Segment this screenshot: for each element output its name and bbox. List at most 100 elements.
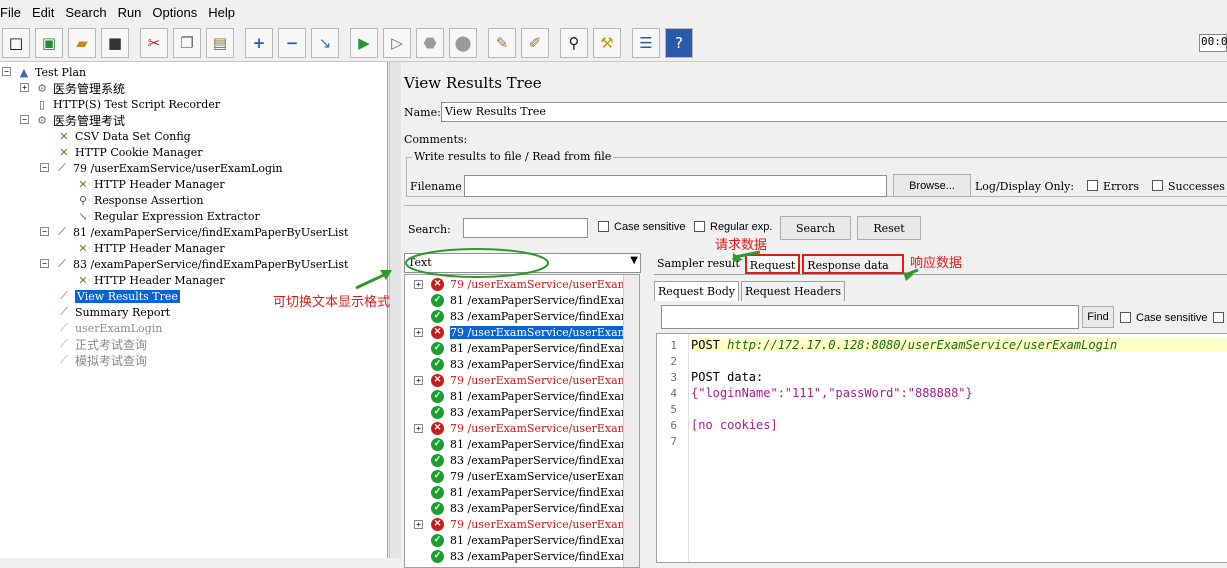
tree-csv-config[interactable]: ✕ CSV Data Set Config [56, 128, 190, 144]
collapse-toggle[interactable]: − [40, 227, 49, 236]
sampler-icon: ⟋ [58, 225, 66, 238]
collapse-toggle[interactable]: − [40, 259, 49, 268]
tree-summary-report[interactable]: ⟋ Summary Report [56, 304, 170, 320]
search-button[interactable]: Search [780, 216, 851, 240]
result-row[interactable]: + ✕ 79 /userExamService/userExamL [405, 517, 635, 533]
tab-response-data[interactable]: Response data [802, 254, 905, 274]
result-row[interactable]: ✓ 81 /examPaperService/findExam [405, 389, 631, 405]
reset-search-icon[interactable]: ⚒ [593, 27, 621, 58]
expand-toggle[interactable]: + [414, 520, 423, 529]
regex-checkbox[interactable] [694, 221, 705, 232]
result-row[interactable]: ✓ 81 /examPaperService/findExam [405, 341, 631, 357]
tab-request-headers[interactable]: Request Headers [740, 281, 846, 301]
search-icon[interactable]: ⚲ [560, 27, 588, 58]
listener-icon: ⟋ [60, 305, 68, 318]
errors-checkbox[interactable] [1087, 180, 1098, 191]
renderer-value: Text [408, 256, 432, 269]
tree-regex-extractor[interactable]: ↘ Regular Expression Extractor [75, 208, 259, 224]
tree-response-assertion[interactable]: ⚲ Response Assertion [75, 192, 204, 208]
help-icon[interactable]: ? [665, 27, 693, 58]
find-button[interactable]: Find [1082, 306, 1114, 328]
menu-run[interactable]: Run [118, 5, 142, 20]
result-row[interactable]: ✓ 83 /examPaperService/findExam [405, 309, 631, 325]
tree-disabled-formal-exam[interactable]: ⟋ 正式考试查询 [56, 336, 147, 352]
tree-sampler-79[interactable]: − ⟋ 79 /userExamService/userExamLogin [38, 160, 283, 176]
expand-toggle[interactable]: + [20, 83, 29, 92]
tree-disabled-user-exam-login[interactable]: ⟋ userExamLogin [56, 320, 162, 336]
toggle-icon[interactable]: ↘ [311, 27, 339, 58]
stop-icon[interactable]: ⬣ [416, 27, 444, 58]
result-row[interactable]: ✓ 83 /examPaperService/findExam [405, 357, 631, 373]
search-input[interactable] [463, 218, 588, 238]
renderer-select[interactable]: Text ▼ [404, 253, 641, 273]
tree-test-plan[interactable]: − ▲ Test Plan [0, 64, 86, 80]
tree-header-manager-3[interactable]: ✕ HTTP Header Manager [75, 272, 224, 288]
start-no-pause-icon[interactable]: ▷ [383, 27, 411, 58]
paste-icon[interactable]: ▤ [206, 27, 234, 58]
tab-sampler-result[interactable]: Sampler result [654, 254, 743, 274]
menu-help[interactable]: Help [208, 5, 235, 20]
result-row[interactable]: ✓ 81 /examPaperService/findExam [405, 437, 631, 453]
result-row[interactable]: + ✕ 79 /userExamService/userExamL [405, 277, 635, 293]
start-icon[interactable]: ▶ [350, 27, 378, 58]
shutdown-icon[interactable]: ⬤ [449, 27, 477, 58]
tree-thread-group-2[interactable]: − ⚙ 医务管理考试 [18, 112, 125, 128]
results-scrollbar[interactable] [623, 275, 639, 567]
tab-request[interactable]: Request [744, 254, 801, 274]
clear-icon[interactable]: ✎ [488, 27, 516, 58]
tree-disabled-mock-exam[interactable]: ⟋ 模拟考试查询 [56, 352, 147, 368]
collapse-toggle[interactable]: − [20, 115, 29, 124]
menu-search[interactable]: Search [65, 5, 106, 20]
tree-cookie-manager[interactable]: ✕ HTTP Cookie Manager [56, 144, 202, 160]
tree-thread-group-1[interactable]: + ⚙ 医务管理系统 [18, 80, 125, 96]
result-row[interactable]: ✓ 81 /examPaperService/findExam [405, 533, 631, 549]
result-row[interactable]: + ✕ 79 /userExamService/userExamL [405, 373, 635, 389]
filename-field[interactable] [464, 175, 887, 197]
collapse-toggle[interactable]: − [40, 163, 49, 172]
menu-file[interactable]: File [0, 5, 21, 20]
result-row[interactable]: ✓ 83 /examPaperService/findExam [405, 501, 631, 517]
tree-view-results-tree[interactable]: ⟋ View Results Tree [56, 288, 180, 304]
detail-case-sensitive-checkbox[interactable] [1120, 312, 1131, 323]
menu-edit[interactable]: Edit [32, 5, 54, 20]
collapse-icon[interactable]: − [278, 27, 306, 58]
case-sensitive-checkbox[interactable] [598, 221, 609, 232]
result-row[interactable]: + ✕ 79 /userExamService/userExamL [405, 325, 636, 341]
result-row[interactable]: ✓ 83 /examPaperService/findExam [405, 453, 631, 469]
result-row[interactable]: ✓ 83 /examPaperService/findExam [405, 549, 631, 565]
tree-header-manager-2[interactable]: ✕ HTTP Header Manager [75, 240, 224, 256]
result-row[interactable]: + ✕ 79 /userExamService/userExamL [405, 421, 635, 437]
expand-icon[interactable]: + [245, 27, 273, 58]
browse-button[interactable]: Browse... [893, 174, 971, 197]
expand-toggle[interactable]: + [414, 280, 423, 289]
result-row[interactable]: ✓ 79 /userExamService/userExamL [405, 469, 635, 485]
name-field[interactable]: View Results Tree [441, 102, 1227, 122]
result-row[interactable]: ✓ 81 /examPaperService/findExam [405, 485, 631, 501]
open-icon[interactable]: ▰ [68, 27, 96, 58]
collapse-toggle[interactable]: − [2, 67, 11, 76]
tree-sampler-81[interactable]: − ⟋ 81 /examPaperService/findExamPaperByUs… [38, 224, 348, 240]
result-row[interactable]: ✓ 81 /examPaperService/findExam [405, 293, 631, 309]
tree-sampler-83[interactable]: − ⟋ 83 /examPaperService/findExamPaperByUs… [38, 256, 348, 272]
request-body-editor[interactable]: 1 2 3 4 5 6 7 POST http://172.17.0.128:8… [656, 333, 1227, 563]
expand-toggle[interactable]: + [414, 424, 423, 433]
tab-request-body[interactable]: Request Body [654, 281, 739, 301]
detail-regex-checkbox[interactable] [1213, 312, 1224, 323]
result-row[interactable]: ✓ 83 /examPaperService/findExam [405, 405, 631, 421]
find-input[interactable] [661, 305, 1079, 329]
new-icon[interactable]: □ [2, 27, 30, 58]
templates-icon[interactable]: ▣ [35, 27, 63, 58]
menu-options[interactable]: Options [152, 5, 197, 20]
reset-button[interactable]: Reset [857, 216, 921, 240]
function-helper-icon[interactable]: ☰ [632, 27, 660, 58]
successes-checkbox[interactable] [1152, 180, 1163, 191]
save-icon[interactable]: ■ [101, 27, 129, 58]
copy-icon[interactable]: ❐ [173, 27, 201, 58]
expand-toggle[interactable]: + [414, 328, 423, 337]
tree-recorder[interactable]: ▯ HTTP(S) Test Script Recorder [18, 96, 220, 112]
expand-toggle[interactable]: + [414, 376, 423, 385]
cut-icon[interactable]: ✂ [140, 27, 168, 58]
tree-header-manager-1[interactable]: ✕ HTTP Header Manager [75, 176, 224, 192]
clear-all-icon[interactable]: ✐ [521, 27, 549, 58]
pane-splitter[interactable] [389, 62, 401, 558]
